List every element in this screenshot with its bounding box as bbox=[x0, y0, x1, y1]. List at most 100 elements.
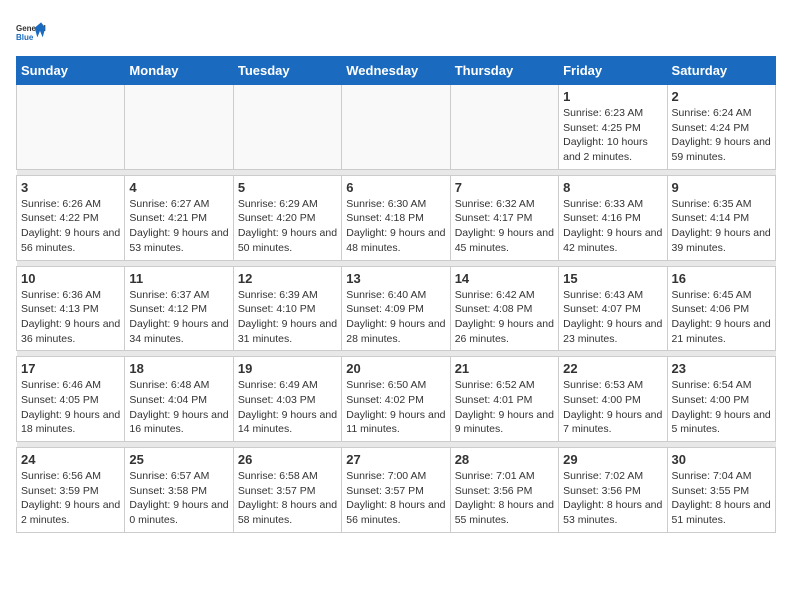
day-info: Sunrise: 6:37 AMSunset: 4:12 PMDaylight:… bbox=[129, 288, 228, 347]
day-number: 11 bbox=[129, 271, 228, 286]
day-info: Sunrise: 6:27 AMSunset: 4:21 PMDaylight:… bbox=[129, 197, 228, 256]
calendar-cell: 2 Sunrise: 6:24 AMSunset: 4:24 PMDaylight… bbox=[667, 85, 775, 170]
day-info: Sunrise: 6:42 AMSunset: 4:08 PMDaylight:… bbox=[455, 288, 554, 347]
day-info: Sunrise: 6:45 AMSunset: 4:06 PMDaylight:… bbox=[672, 288, 771, 347]
day-info: Sunrise: 7:04 AMSunset: 3:55 PMDaylight:… bbox=[672, 469, 771, 528]
day-info: Sunrise: 6:35 AMSunset: 4:14 PMDaylight:… bbox=[672, 197, 771, 256]
day-number: 14 bbox=[455, 271, 554, 286]
calendar-body: 1 Sunrise: 6:23 AMSunset: 4:25 PMDaylight… bbox=[17, 85, 776, 533]
calendar-cell: 10 Sunrise: 6:36 AMSunset: 4:13 PMDayligh… bbox=[17, 266, 125, 351]
calendar-cell: 6 Sunrise: 6:30 AMSunset: 4:18 PMDaylight… bbox=[342, 175, 450, 260]
day-number: 18 bbox=[129, 361, 228, 376]
calendar-cell: 16 Sunrise: 6:45 AMSunset: 4:06 PMDayligh… bbox=[667, 266, 775, 351]
calendar-cell: 29Sunrise: 7:02 AMSunset: 3:56 PMDayligh… bbox=[559, 448, 667, 533]
calendar-cell bbox=[342, 85, 450, 170]
calendar-cell: 3 Sunrise: 6:26 AMSunset: 4:22 PMDaylight… bbox=[17, 175, 125, 260]
day-info: Sunrise: 7:02 AMSunset: 3:56 PMDaylight:… bbox=[563, 469, 662, 528]
calendar-cell bbox=[233, 85, 341, 170]
calendar-table: SundayMondayTuesdayWednesdayThursdayFrid… bbox=[16, 56, 776, 533]
day-info: Sunrise: 6:54 AMSunset: 4:00 PMDaylight:… bbox=[672, 378, 771, 437]
calendar-cell: 15Sunrise: 6:43 AMSunset: 4:07 PMDayligh… bbox=[559, 266, 667, 351]
day-info: Sunrise: 6:46 AMSunset: 4:05 PMDaylight:… bbox=[21, 378, 120, 437]
day-number: 27 bbox=[346, 452, 445, 467]
calendar-cell: 18Sunrise: 6:48 AMSunset: 4:04 PMDayligh… bbox=[125, 357, 233, 442]
calendar-cell: 5Sunrise: 6:29 AMSunset: 4:20 PMDaylight… bbox=[233, 175, 341, 260]
day-info: Sunrise: 6:26 AMSunset: 4:22 PMDaylight:… bbox=[21, 197, 120, 256]
day-number: 22 bbox=[563, 361, 662, 376]
calendar-cell: 11 Sunrise: 6:37 AMSunset: 4:12 PMDayligh… bbox=[125, 266, 233, 351]
day-header-thursday: Thursday bbox=[450, 57, 558, 85]
calendar-week-1: 1 Sunrise: 6:23 AMSunset: 4:25 PMDaylight… bbox=[17, 85, 776, 170]
calendar-week-4: 17 Sunrise: 6:46 AMSunset: 4:05 PMDayligh… bbox=[17, 357, 776, 442]
calendar-cell: 13 Sunrise: 6:40 AMSunset: 4:09 PMDayligh… bbox=[342, 266, 450, 351]
calendar-cell: 28 Sunrise: 7:01 AMSunset: 3:56 PMDayligh… bbox=[450, 448, 558, 533]
day-info: Sunrise: 6:53 AMSunset: 4:00 PMDaylight:… bbox=[563, 378, 662, 437]
day-number: 13 bbox=[346, 271, 445, 286]
day-info: Sunrise: 6:30 AMSunset: 4:18 PMDaylight:… bbox=[346, 197, 445, 256]
day-info: Sunrise: 6:39 AMSunset: 4:10 PMDaylight:… bbox=[238, 288, 337, 347]
day-number: 15 bbox=[563, 271, 662, 286]
day-number: 25 bbox=[129, 452, 228, 467]
day-number: 4 bbox=[129, 180, 228, 195]
day-number: 17 bbox=[21, 361, 120, 376]
day-info: Sunrise: 6:23 AMSunset: 4:25 PMDaylight:… bbox=[563, 106, 662, 165]
day-info: Sunrise: 6:24 AMSunset: 4:24 PMDaylight:… bbox=[672, 106, 771, 165]
day-number: 23 bbox=[672, 361, 771, 376]
day-info: Sunrise: 6:56 AMSunset: 3:59 PMDaylight:… bbox=[21, 469, 120, 528]
calendar-cell: 14 Sunrise: 6:42 AMSunset: 4:08 PMDayligh… bbox=[450, 266, 558, 351]
calendar-cell: 25 Sunrise: 6:57 AMSunset: 3:58 PMDayligh… bbox=[125, 448, 233, 533]
day-number: 24 bbox=[21, 452, 120, 467]
day-number: 10 bbox=[21, 271, 120, 286]
day-number: 12 bbox=[238, 271, 337, 286]
day-header-wednesday: Wednesday bbox=[342, 57, 450, 85]
calendar-week-5: 24 Sunrise: 6:56 AMSunset: 3:59 PMDayligh… bbox=[17, 448, 776, 533]
calendar-cell: 21Sunrise: 6:52 AMSunset: 4:01 PMDayligh… bbox=[450, 357, 558, 442]
calendar-week-3: 10 Sunrise: 6:36 AMSunset: 4:13 PMDayligh… bbox=[17, 266, 776, 351]
calendar-cell: 30 Sunrise: 7:04 AMSunset: 3:55 PMDayligh… bbox=[667, 448, 775, 533]
day-info: Sunrise: 7:00 AMSunset: 3:57 PMDaylight:… bbox=[346, 469, 445, 528]
calendar-cell: 22 Sunrise: 6:53 AMSunset: 4:00 PMDayligh… bbox=[559, 357, 667, 442]
day-number: 28 bbox=[455, 452, 554, 467]
day-number: 7 bbox=[455, 180, 554, 195]
calendar-cell: 27 Sunrise: 7:00 AMSunset: 3:57 PMDayligh… bbox=[342, 448, 450, 533]
page-header: General Blue bbox=[16, 16, 776, 48]
calendar-cell: 12 Sunrise: 6:39 AMSunset: 4:10 PMDayligh… bbox=[233, 266, 341, 351]
day-number: 9 bbox=[672, 180, 771, 195]
calendar-cell: 20 Sunrise: 6:50 AMSunset: 4:02 PMDayligh… bbox=[342, 357, 450, 442]
calendar-header-row: SundayMondayTuesdayWednesdayThursdayFrid… bbox=[17, 57, 776, 85]
day-number: 3 bbox=[21, 180, 120, 195]
day-info: Sunrise: 6:40 AMSunset: 4:09 PMDaylight:… bbox=[346, 288, 445, 347]
day-number: 1 bbox=[563, 89, 662, 104]
day-info: Sunrise: 6:50 AMSunset: 4:02 PMDaylight:… bbox=[346, 378, 445, 437]
day-number: 8 bbox=[563, 180, 662, 195]
day-info: Sunrise: 7:01 AMSunset: 3:56 PMDaylight:… bbox=[455, 469, 554, 528]
day-number: 19 bbox=[238, 361, 337, 376]
day-number: 21 bbox=[455, 361, 554, 376]
day-number: 16 bbox=[672, 271, 771, 286]
day-number: 30 bbox=[672, 452, 771, 467]
day-info: Sunrise: 6:29 AMSunset: 4:20 PMDaylight:… bbox=[238, 197, 337, 256]
day-header-friday: Friday bbox=[559, 57, 667, 85]
day-info: Sunrise: 6:36 AMSunset: 4:13 PMDaylight:… bbox=[21, 288, 120, 347]
calendar-cell bbox=[125, 85, 233, 170]
day-number: 20 bbox=[346, 361, 445, 376]
day-info: Sunrise: 6:57 AMSunset: 3:58 PMDaylight:… bbox=[129, 469, 228, 528]
calendar-cell: 7Sunrise: 6:32 AMSunset: 4:17 PMDaylight… bbox=[450, 175, 558, 260]
day-number: 6 bbox=[346, 180, 445, 195]
calendar-cell: 24 Sunrise: 6:56 AMSunset: 3:59 PMDayligh… bbox=[17, 448, 125, 533]
day-info: Sunrise: 6:58 AMSunset: 3:57 PMDaylight:… bbox=[238, 469, 337, 528]
calendar-cell: 9 Sunrise: 6:35 AMSunset: 4:14 PMDaylight… bbox=[667, 175, 775, 260]
calendar-cell: 19Sunrise: 6:49 AMSunset: 4:03 PMDayligh… bbox=[233, 357, 341, 442]
day-header-saturday: Saturday bbox=[667, 57, 775, 85]
day-info: Sunrise: 6:33 AMSunset: 4:16 PMDaylight:… bbox=[563, 197, 662, 256]
calendar-cell: 23 Sunrise: 6:54 AMSunset: 4:00 PMDayligh… bbox=[667, 357, 775, 442]
day-header-sunday: Sunday bbox=[17, 57, 125, 85]
day-number: 2 bbox=[672, 89, 771, 104]
calendar-cell: 4 Sunrise: 6:27 AMSunset: 4:21 PMDaylight… bbox=[125, 175, 233, 260]
day-header-monday: Monday bbox=[125, 57, 233, 85]
day-header-tuesday: Tuesday bbox=[233, 57, 341, 85]
logo: General Blue bbox=[16, 16, 52, 48]
calendar-cell: 26Sunrise: 6:58 AMSunset: 3:57 PMDayligh… bbox=[233, 448, 341, 533]
calendar-cell: 1 Sunrise: 6:23 AMSunset: 4:25 PMDaylight… bbox=[559, 85, 667, 170]
calendar-cell bbox=[450, 85, 558, 170]
